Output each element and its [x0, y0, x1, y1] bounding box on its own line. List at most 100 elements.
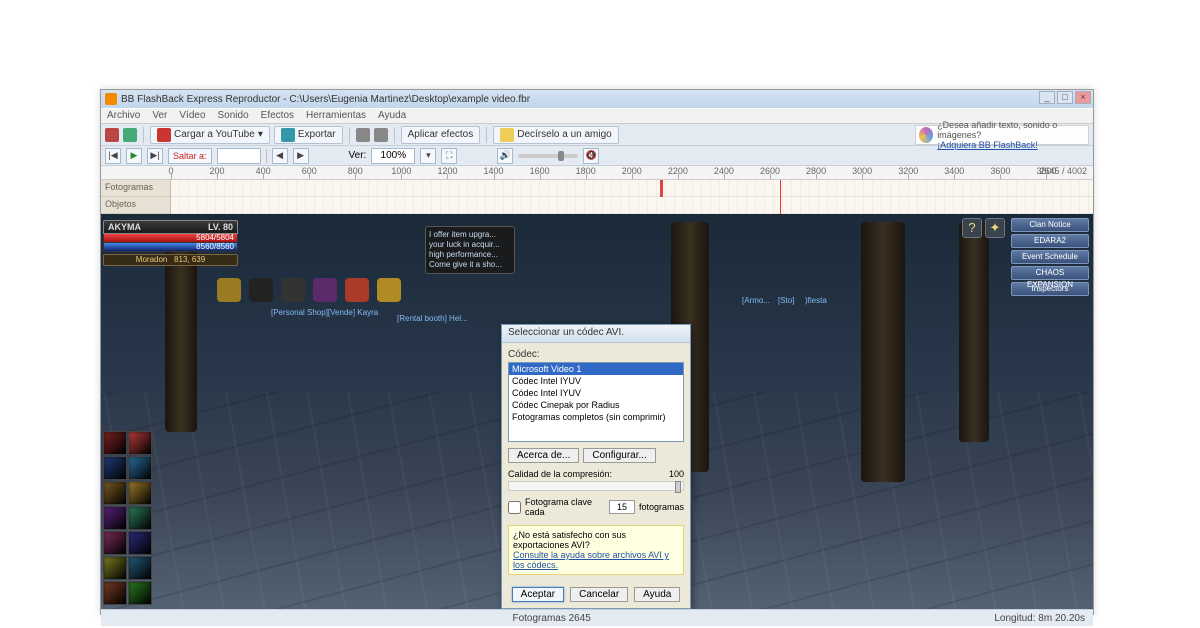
buff-icon — [249, 278, 273, 302]
mp-text: 8560/8560 — [196, 242, 234, 251]
codec-option[interactable]: Fotogramas completos (sin comprimir) — [509, 411, 683, 423]
apply-effects-button[interactable]: Aplicar efectos — [401, 126, 481, 144]
cancel-button[interactable]: Cancelar — [570, 587, 628, 602]
right-menu: ?✦ Clan NoticeEDARA2Event ScheduleCHAOS … — [1011, 218, 1089, 298]
tool-icon[interactable] — [374, 128, 388, 142]
fit-button[interactable]: ⛶ — [441, 148, 457, 164]
skill-icon[interactable] — [128, 506, 152, 530]
keyframe-field[interactable] — [609, 500, 635, 514]
video-viewport: AKYMALV. 80 5804/5804 8560/8560 Moradon … — [101, 214, 1093, 609]
menu-archivo[interactable]: Archivo — [101, 109, 146, 123]
help-icon[interactable]: ? — [962, 218, 982, 238]
configure-button[interactable]: Configurar... — [583, 448, 655, 463]
rmenu-item[interactable]: CHAOS EXPANSION — [1011, 266, 1089, 280]
mute-button[interactable]: 🔇 — [583, 148, 599, 164]
buff-icon — [313, 278, 337, 302]
skill-icon[interactable] — [103, 481, 127, 505]
about-button[interactable]: Acerca de... — [508, 448, 579, 463]
skill-icon[interactable] — [103, 556, 127, 580]
keyframe-checkbox[interactable] — [508, 501, 521, 514]
codec-list[interactable]: Microsoft Video 1Códec Intel IYUVCódec I… — [508, 362, 684, 442]
skill-icon[interactable] — [103, 506, 127, 530]
hint-box: ¿No está satisfecho con sus exportacione… — [508, 525, 684, 575]
settings-icon[interactable]: ✦ — [985, 218, 1005, 238]
npc-label: [Personal Shop][Vende] Kayra — [271, 308, 378, 317]
skill-icon[interactable] — [128, 531, 152, 555]
skill-icon[interactable] — [103, 581, 127, 605]
codec-option[interactable]: Microsoft Video 1 — [509, 363, 683, 375]
rmenu-item[interactable]: EDARA2 — [1011, 234, 1089, 248]
quality-slider[interactable] — [508, 481, 684, 491]
menu-ayuda[interactable]: Ayuda — [372, 109, 412, 123]
promo-banner: ¿Desea añadir texto, sonido o imágenes?¡… — [915, 125, 1089, 145]
codec-dialog: Seleccionar un códec AVI. Códec: Microso… — [501, 324, 691, 609]
menu-efectos[interactable]: Efectos — [255, 109, 300, 123]
keyframe-unit: fotogramas — [639, 502, 684, 512]
tool-icon[interactable] — [356, 128, 370, 142]
hint-link[interactable]: Consulte la ayuda sobre archivos AVI y l… — [513, 550, 669, 570]
buff-icon — [377, 278, 401, 302]
tell-friend-button[interactable]: Decírselo a un amigo — [493, 126, 619, 144]
skill-icon[interactable] — [128, 456, 152, 480]
npc-label: )fiesta — [805, 296, 827, 305]
frame-fwd-button[interactable]: ▶ — [293, 148, 309, 164]
rmenu-item[interactable]: Event Schedule — [1011, 250, 1089, 264]
skill-icon[interactable] — [128, 581, 152, 605]
skill-icon[interactable] — [103, 456, 127, 480]
promo-link[interactable]: ¡Adquiera BB FlashBack! — [937, 140, 1038, 150]
menu-ver[interactable]: Ver — [146, 109, 173, 123]
npc-label: [Armo... — [742, 296, 770, 305]
zoom-field[interactable]: 100% — [371, 148, 415, 164]
skill-icon[interactable] — [128, 481, 152, 505]
title-bar: BB FlashBack Express Reproductor - C:\Us… — [101, 90, 1093, 108]
status-length: Longitud: 8m 20.20s — [994, 613, 1085, 624]
close-button[interactable]: × — [1075, 91, 1091, 104]
rmenu-item[interactable]: Clan Notice — [1011, 218, 1089, 232]
codec-option[interactable]: Códec Intel IYUV — [509, 387, 683, 399]
menu-herramientas[interactable]: Herramientas — [300, 109, 372, 123]
coords: 813, 639 — [174, 255, 205, 264]
status-bar: Fotogramas 2645 Longitud: 8m 20.20s — [101, 609, 1093, 626]
skill-icon[interactable] — [103, 531, 127, 555]
app-window: BB FlashBack Express Reproductor - C:\Us… — [100, 89, 1094, 615]
npc-label: [Rental booth] Hel... — [397, 314, 468, 323]
open-icon[interactable] — [123, 128, 137, 142]
vol-icon[interactable]: 🔊 — [497, 148, 513, 164]
upload-youtube-button[interactable]: Cargar a YouTube ▾ — [150, 126, 270, 144]
skill-icon[interactable] — [128, 556, 152, 580]
volume-slider[interactable] — [518, 154, 578, 158]
next-button[interactable]: ▶| — [147, 148, 163, 164]
ok-button[interactable]: Aceptar — [512, 587, 564, 602]
buff-icon — [345, 278, 369, 302]
frame-back-button[interactable]: ◀ — [272, 148, 288, 164]
view-label: Ver: — [349, 150, 367, 161]
hint-text: ¿No está satisfecho con sus exportacione… — [513, 530, 679, 550]
skill-icon[interactable] — [128, 431, 152, 455]
rmenu-item[interactable]: Inspectors — [1011, 282, 1089, 296]
track-area[interactable] — [171, 180, 1093, 214]
dialog-title: Seleccionar un códec AVI. — [502, 325, 690, 343]
record-icon[interactable] — [105, 128, 119, 142]
menu-sonido[interactable]: Sonido — [212, 109, 255, 123]
jump-field[interactable] — [217, 148, 261, 164]
codec-option[interactable]: Códec Cinepak por Radius — [509, 399, 683, 411]
codec-option[interactable]: Códec Intel IYUV — [509, 375, 683, 387]
menu-vídeo[interactable]: Vídeo — [173, 109, 211, 123]
npc-speech: I offer item upgra... your luck in acqui… — [425, 226, 515, 274]
export-button[interactable]: Exportar — [274, 126, 343, 144]
zoom-dropdown[interactable]: ▾ — [420, 148, 436, 164]
track-label-objects: Objetos — [101, 197, 170, 214]
window-buttons: _ □ × — [1039, 91, 1091, 104]
minimize-button[interactable]: _ — [1039, 91, 1055, 104]
tracks: Fotogramas Objetos — [101, 180, 1093, 214]
maximize-button[interactable]: □ — [1057, 91, 1073, 104]
buff-icon — [281, 278, 305, 302]
skill-icon[interactable] — [103, 431, 127, 455]
player-level: LV. 80 — [208, 222, 233, 232]
help-button[interactable]: Ayuda — [634, 587, 680, 602]
prev-button[interactable]: |◀ — [105, 148, 121, 164]
timeline-ruler[interactable]: 2645 / 4002 0200400600800100012001400160… — [101, 166, 1093, 180]
player-hud: AKYMALV. 80 5804/5804 8560/8560 Moradon … — [103, 220, 238, 266]
player-name: AKYMA — [108, 222, 141, 232]
play-button[interactable]: ▶ — [126, 148, 142, 164]
